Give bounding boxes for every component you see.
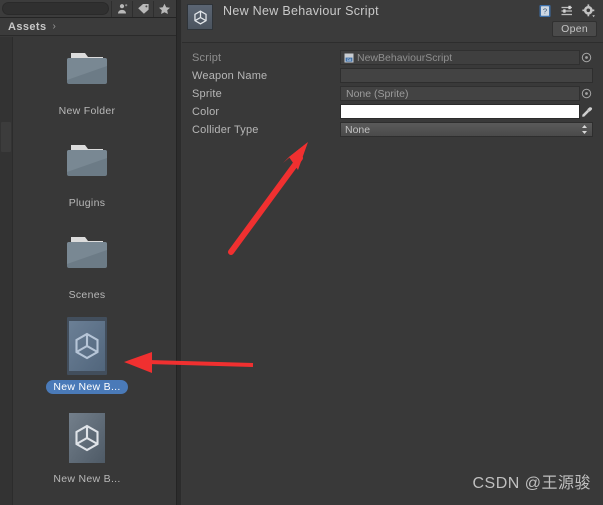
settings-gear-icon[interactable] [581, 3, 596, 18]
property-control: None (Sprite) [340, 86, 593, 101]
collider-type-dropdown[interactable]: None [340, 122, 593, 137]
asset-label: New Folder [58, 105, 116, 117]
page-title: New New Behaviour Script [223, 4, 379, 18]
object-picker-icon[interactable] [580, 50, 593, 65]
script-object-field[interactable]: C# NewBehaviourScript [340, 50, 580, 65]
asset-label: New New B... [46, 380, 128, 394]
watermark-text: CSDN @王源骏 [472, 475, 591, 492]
weapon-name-input[interactable] [340, 68, 593, 83]
color-swatch[interactable] [340, 104, 580, 119]
folder-icon [59, 226, 115, 282]
property-row-color: Color [192, 103, 593, 120]
asset-label: Plugins [68, 197, 106, 209]
cs-script-icon: C# [344, 53, 354, 63]
svg-text:C#: C# [347, 58, 352, 62]
breadcrumb[interactable]: Assets › [0, 18, 176, 36]
property-label: Collider Type [192, 123, 259, 136]
chevron-right-icon: › [52, 20, 56, 32]
unity-asset-icon [187, 4, 213, 30]
project-toolbar [0, 0, 176, 18]
unity-script-icon [59, 410, 115, 466]
search-input[interactable] [2, 2, 109, 15]
sprite-value: None (Sprite) [346, 87, 409, 100]
property-label: Sprite [192, 87, 222, 100]
unity-script-icon [59, 317, 115, 375]
asset-item-script[interactable]: New New B... [32, 410, 142, 486]
property-row-weapon-name: Weapon Name [192, 67, 593, 84]
script-value: NewBehaviourScript [357, 51, 453, 64]
object-picker-icon[interactable] [580, 86, 593, 101]
label-filter-icon[interactable] [132, 0, 153, 17]
svg-text:?: ? [542, 6, 546, 15]
eyedropper-icon[interactable] [580, 104, 593, 119]
property-control: C# NewBehaviourScript [340, 50, 593, 65]
scrollbar-thumb[interactable] [1, 122, 11, 152]
collider-type-value: None [345, 123, 371, 136]
sprite-object-field[interactable]: None (Sprite) [340, 86, 580, 101]
project-panel: Assets › New Folder Plugins Scenes New N… [0, 0, 176, 505]
avatar-filter-icon[interactable] [111, 0, 132, 17]
asset-item-new-folder[interactable]: New Folder [32, 42, 142, 118]
folder-icon [59, 42, 115, 98]
favorite-filter-icon[interactable] [153, 0, 174, 17]
asset-label: New New B... [53, 473, 121, 485]
property-label: Script [192, 51, 222, 64]
inspector-properties: Script C# NewBehaviourScript Weapon Name… [182, 43, 603, 505]
inspector-panel: New New Behaviour Script ? Open Script C… [182, 0, 603, 505]
asset-item-script-selected[interactable]: New New B... [32, 317, 142, 394]
project-scroll-rail[interactable] [0, 37, 13, 505]
folder-icon [59, 134, 115, 190]
asset-label: Scenes [68, 289, 106, 301]
property-row-sprite: Sprite None (Sprite) [192, 85, 593, 102]
help-icon[interactable]: ? [537, 3, 552, 18]
property-control: None [340, 122, 593, 137]
preset-icon[interactable] [559, 3, 574, 18]
breadcrumb-root-label: Assets [8, 20, 47, 33]
property-row-collider-type: Collider Type None [192, 121, 593, 138]
chevron-updown-icon [581, 123, 588, 136]
property-control [340, 68, 593, 83]
property-label: Weapon Name [192, 69, 268, 82]
asset-item-plugins[interactable]: Plugins [32, 134, 142, 210]
open-button[interactable]: Open [552, 21, 597, 37]
property-control [340, 104, 593, 119]
editor-root: Assets › New Folder Plugins Scenes New N… [0, 0, 603, 505]
inspector-header: New New Behaviour Script ? Open [182, 0, 603, 43]
asset-grid: New Folder Plugins Scenes New New B... N… [0, 36, 176, 505]
property-row-script: Script C# NewBehaviourScript [192, 49, 593, 66]
asset-item-scenes[interactable]: Scenes [32, 226, 142, 302]
property-label: Color [192, 105, 220, 118]
inspector-header-actions: ? [537, 3, 596, 18]
